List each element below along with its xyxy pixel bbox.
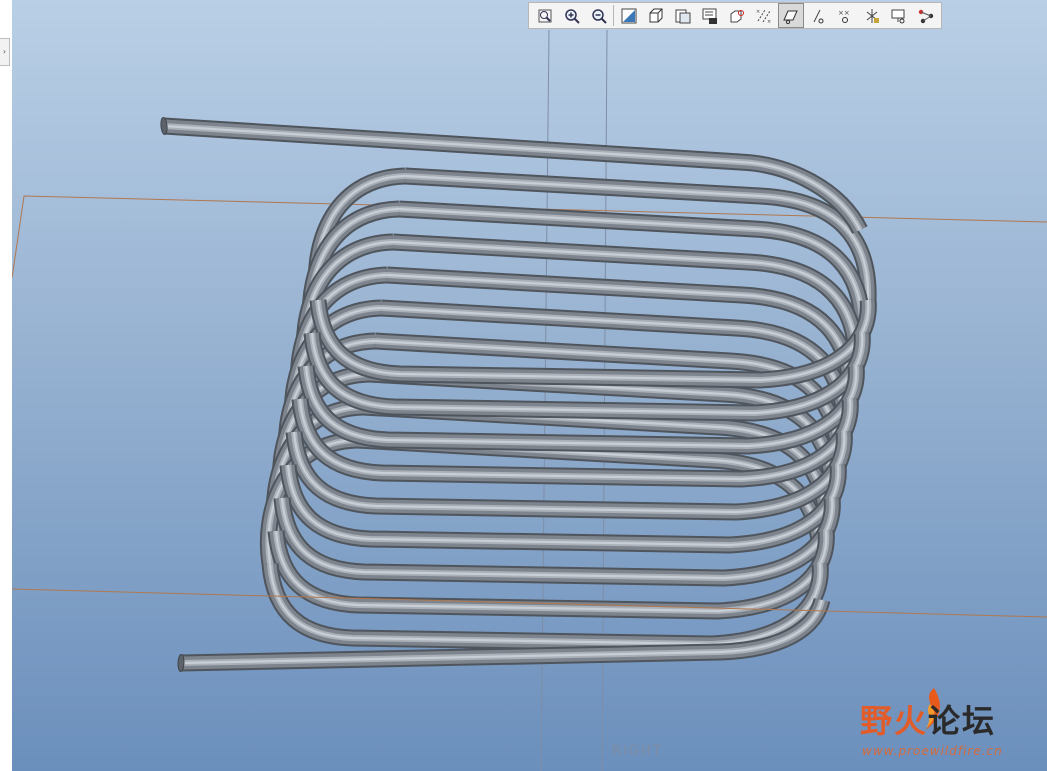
datum-points-icon — [813, 9, 823, 23]
datum-points-button[interactable] — [805, 3, 831, 28]
tube-coil — [160, 117, 877, 672]
repaint-icon — [621, 8, 636, 23]
datum-plane-label: RIGHT — [612, 744, 663, 759]
zoom-out-icon — [591, 8, 607, 24]
view-manager-button[interactable] — [697, 3, 723, 28]
watermark-url: www.proewildfire.cn — [862, 744, 1003, 758]
spin-center-button[interactable] — [724, 3, 750, 28]
tools-button[interactable] — [913, 3, 939, 28]
svg-text:×: × — [767, 19, 771, 25]
model-scene — [12, 29, 1047, 771]
zoom-in-button[interactable] — [559, 3, 585, 28]
datum-planes-button[interactable]: × × — [751, 3, 777, 28]
display-style-button[interactable] — [643, 3, 669, 28]
model-tree-button[interactable] — [886, 3, 912, 28]
view-manager-icon — [702, 8, 717, 24]
collapse-panel-tab[interactable]: › — [0, 38, 10, 66]
model-tree-icon — [891, 9, 904, 23]
spin-center-icon — [730, 9, 744, 22]
datum-axes-icon — [782, 10, 798, 24]
zoom-in-icon — [564, 8, 580, 24]
saved-orientations-icon — [675, 9, 690, 23]
toolbar-separator — [613, 5, 614, 26]
annotations-icon — [866, 8, 879, 23]
watermark-title-part1: 野火 — [860, 702, 929, 740]
csys-icon: ×× — [838, 9, 850, 23]
watermark-title-part2: 论坛 — [928, 702, 997, 740]
display-style-icon — [649, 8, 662, 22]
saved-orientations-button[interactable] — [670, 3, 696, 28]
svg-text:××: ×× — [838, 9, 850, 17]
refit-icon — [538, 9, 551, 22]
watermark-title: 野火论坛 — [860, 696, 996, 742]
tools-icon — [918, 9, 933, 23]
csys-button[interactable]: ×× — [832, 3, 858, 28]
view-toolbar: × × ×× — [528, 2, 942, 29]
repaint-button[interactable] — [616, 3, 642, 28]
datum-axes-button[interactable] — [777, 3, 804, 28]
datum-planes-icon: ×× — [756, 9, 771, 25]
graphics-viewport[interactable]: RIGHT — [12, 0, 1047, 771]
zoom-out-button[interactable] — [586, 3, 612, 28]
svg-text:×: × — [756, 9, 760, 15]
watermark: 野火论坛 www.proewildfire.cn — [860, 688, 1030, 762]
refit-button[interactable] — [532, 3, 558, 28]
annotations-button[interactable] — [859, 3, 885, 28]
tube-end-cap — [177, 654, 185, 672]
